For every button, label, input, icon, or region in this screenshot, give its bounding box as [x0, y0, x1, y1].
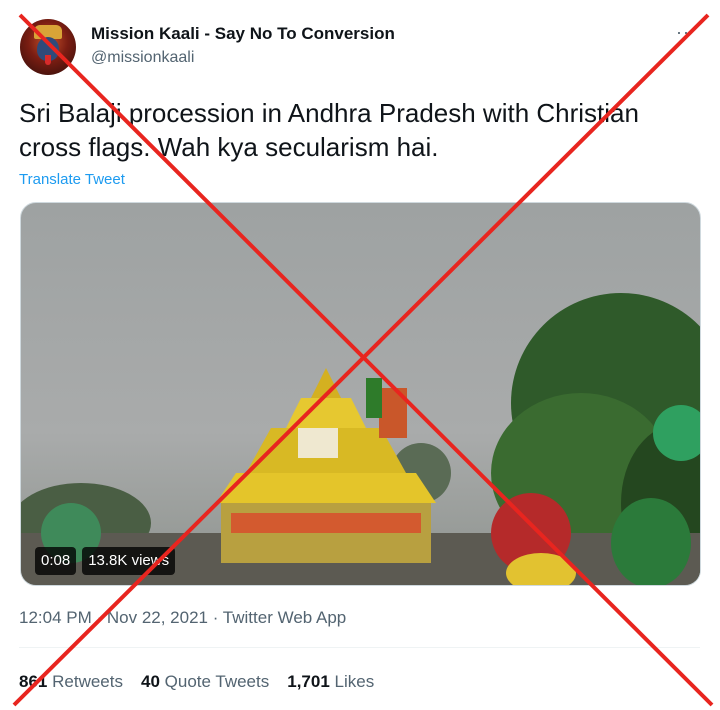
avatar[interactable]: [20, 19, 76, 75]
retweets-count: 861: [19, 672, 48, 691]
author-display-name[interactable]: Mission Kaali - Say No To Conversion: [91, 24, 395, 44]
tweet-timestamp-source[interactable]: 12:04 PM · Nov 22, 2021 · Twitter Web Ap…: [19, 608, 346, 628]
tweet-text: Sri Balaji procession in Andhra Pradesh …: [19, 98, 639, 162]
video-frame: [21, 293, 700, 585]
engagement-stats: 861 Retweets 40 Quote Tweets 1,701 Likes: [19, 672, 374, 692]
video-views: 13.8K views: [82, 547, 176, 575]
translate-tweet-link[interactable]: Translate Tweet: [19, 171, 125, 188]
likes-label: Likes: [334, 672, 375, 691]
video-badge: 0:08 13.8K views: [35, 547, 176, 575]
likes-count: 1,701: [287, 672, 330, 691]
quote-tweets-label: Quote Tweets: [164, 672, 270, 691]
avatar-tongue: [45, 55, 51, 65]
video-duration: 0:08: [35, 547, 77, 575]
author-handle[interactable]: @missionkaali: [91, 49, 194, 67]
more-options-icon[interactable]: ··: [676, 22, 690, 43]
video-player[interactable]: 0:08 13.8K views: [20, 202, 701, 586]
retweets-stat[interactable]: 861 Retweets: [19, 672, 123, 692]
retweets-label: Retweets: [52, 672, 123, 691]
divider: [19, 647, 700, 648]
quote-tweets-stat[interactable]: 40 Quote Tweets: [141, 672, 269, 692]
quote-tweets-count: 40: [140, 672, 160, 691]
likes-stat[interactable]: 1,701 Likes: [287, 672, 374, 692]
